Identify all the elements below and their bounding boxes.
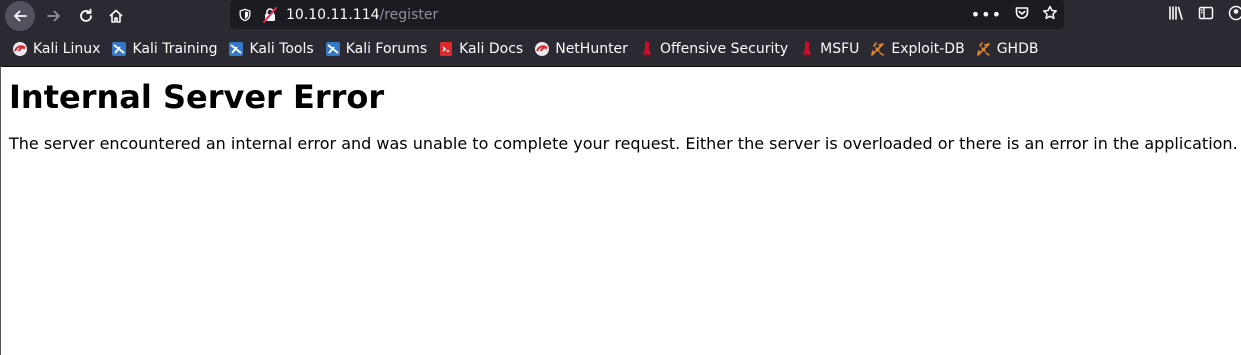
bookmark-exploit-db[interactable]: Exploit-DB <box>870 41 965 57</box>
kali-docs-icon <box>438 41 454 57</box>
url-path: /register <box>379 6 439 23</box>
bookmark-label: Offensive Security <box>659 41 789 57</box>
insecure-lock-icon[interactable] <box>262 6 278 23</box>
pocket-icon[interactable] <box>1014 5 1030 25</box>
bookmark-kali-docs[interactable]: Kali Docs <box>438 41 523 57</box>
exploitdb-icon <box>870 41 886 57</box>
kali-tools-icon <box>228 41 244 57</box>
browser-chrome: 10.10.11.114/register ••• Kali Linux Kal… <box>0 0 1241 67</box>
forward-button[interactable] <box>41 3 67 29</box>
bookmark-label: Exploit-DB <box>891 41 965 57</box>
bookmark-label: Kali Linux <box>33 41 101 57</box>
url-actions: ••• <box>971 0 1058 29</box>
bookmark-label: Kali Docs <box>459 41 524 57</box>
right-toolbar <box>1168 0 1241 29</box>
window-edge <box>0 66 1 355</box>
reload-icon <box>80 8 92 22</box>
star-icon[interactable] <box>1042 5 1058 25</box>
bookmark-msfu[interactable]: MSFU <box>799 41 859 57</box>
bookmark-ghdb[interactable]: GHDB <box>976 41 1039 57</box>
reload-button[interactable] <box>73 3 99 29</box>
kali-forums-icon <box>325 41 341 57</box>
msfu-icon <box>799 41 815 57</box>
bookmark-kali-tools[interactable]: Kali Tools <box>228 41 314 57</box>
offsec-icon <box>639 41 655 57</box>
kali-dragon-icon <box>12 41 28 57</box>
bookmark-label: NetHunter <box>555 41 628 57</box>
forward-arrow-icon <box>47 10 60 22</box>
home-icon <box>109 9 123 23</box>
bookmark-offensive-security[interactable]: Offensive Security <box>639 41 788 57</box>
bookmark-label: Kali Training <box>132 41 218 57</box>
kali-training-icon <box>111 41 127 57</box>
bookmark-kali-training[interactable]: Kali Training <box>111 41 217 57</box>
bookmark-nethunter[interactable]: NetHunter <box>534 41 628 57</box>
error-message: The server encountered an internal error… <box>9 134 1238 153</box>
back-arrow-icon <box>14 10 27 22</box>
page-title: Internal Server Error <box>9 78 385 116</box>
bookmark-label: Kali Forums <box>345 41 428 57</box>
page-actions-button[interactable]: ••• <box>971 6 1002 23</box>
account-icon[interactable] <box>1228 5 1241 25</box>
back-button[interactable] <box>5 1 35 31</box>
ghdb-icon <box>976 41 992 57</box>
shield-icon[interactable] <box>238 8 252 22</box>
url-bar[interactable]: 10.10.11.114/register ••• <box>230 0 1064 29</box>
home-button[interactable] <box>103 3 129 29</box>
bookmarks-toolbar: Kali Linux Kali Training Kali Tools Kali… <box>0 32 1241 67</box>
bookmark-kali-linux[interactable]: Kali Linux <box>12 41 100 57</box>
sidebar-icon[interactable] <box>1198 5 1214 25</box>
url-text[interactable]: 10.10.11.114/register <box>286 7 438 23</box>
page-content: Internal Server Error The server encount… <box>0 78 1241 154</box>
bookmark-label: MSFU <box>820 41 860 57</box>
library-icon[interactable] <box>1168 5 1184 25</box>
navigation-toolbar: 10.10.11.114/register ••• <box>0 0 1241 32</box>
url-host: 10.10.11.114 <box>286 6 380 23</box>
bookmark-label: GHDB <box>996 41 1039 57</box>
bookmark-label: Kali Tools <box>249 41 314 57</box>
bookmark-kali-forums[interactable]: Kali Forums <box>325 41 427 57</box>
nethunter-icon <box>534 41 550 57</box>
